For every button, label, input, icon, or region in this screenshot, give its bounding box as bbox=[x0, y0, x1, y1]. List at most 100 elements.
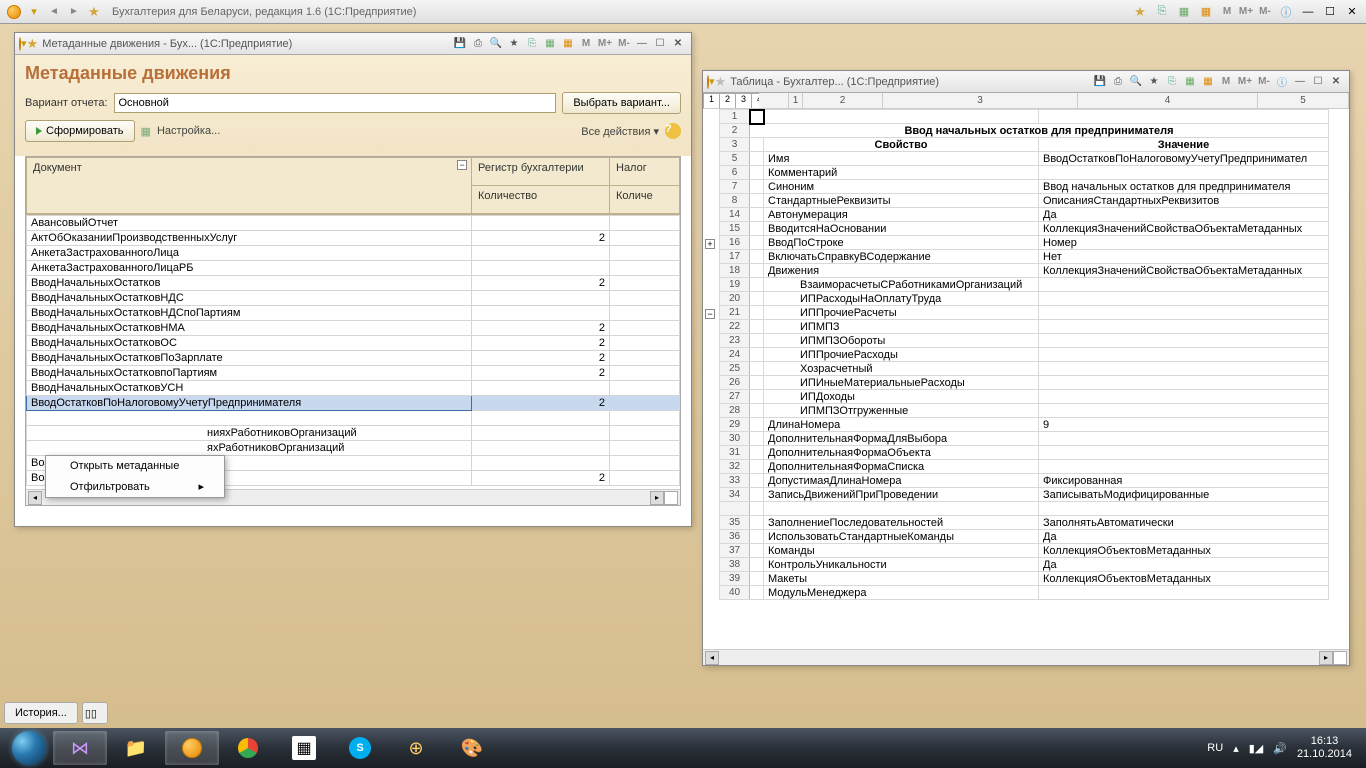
scroll-left-icon[interactable]: ◂ bbox=[28, 491, 42, 505]
favorite-icon[interactable]: ★ bbox=[86, 4, 102, 20]
save-icon[interactable]: 💾 bbox=[452, 37, 468, 51]
table-row[interactable]: нияхРаботниковОрганизаций bbox=[27, 426, 680, 441]
table-row[interactable] bbox=[27, 411, 680, 426]
tb-paint[interactable]: 🎨 bbox=[445, 731, 499, 765]
table-row[interactable]: 16ВводПоСтрокеНомер bbox=[720, 236, 1329, 250]
table-row[interactable]: 18ДвиженияКоллекцияЗначенийСвойстваОбъек… bbox=[720, 264, 1329, 278]
close-icon[interactable]: ✕ bbox=[1344, 4, 1360, 20]
table-row[interactable]: 29ДлинаНомера9 bbox=[720, 418, 1329, 432]
tb-chrome[interactable] bbox=[221, 731, 275, 765]
collapse-icon[interactable]: − bbox=[457, 160, 467, 170]
table-row[interactable]: 8СтандартныеРеквизитыОписанияСтандартных… bbox=[720, 194, 1329, 208]
table-row[interactable]: 38КонтрольУникальностиДа bbox=[720, 558, 1329, 572]
calc-icon[interactable]: ▦ bbox=[1176, 4, 1192, 20]
table-row[interactable]: 30ДополнительнаяФормаДляВыбора bbox=[720, 432, 1329, 446]
tray-up-icon[interactable]: ▴ bbox=[1233, 742, 1239, 755]
scroll-right-icon[interactable]: ▸ bbox=[650, 491, 664, 505]
tb-visualstudio[interactable]: ⋈ bbox=[53, 731, 107, 765]
table-row[interactable]: 39МакетыКоллекцияОбъектовМетаданных bbox=[720, 572, 1329, 586]
outline-plus-icon[interactable]: + bbox=[705, 239, 715, 249]
link-icon[interactable]: ⎘ bbox=[1154, 4, 1170, 20]
outline-minus-icon[interactable]: − bbox=[705, 309, 715, 319]
scroll-left-icon[interactable]: ◂ bbox=[705, 651, 719, 665]
col-4[interactable]: 4 bbox=[1078, 93, 1258, 108]
spreadsheet-grid[interactable]: 12Ввод начальных остатков для предприним… bbox=[719, 109, 1329, 600]
table-row[interactable]: АктОбОказанииПроизводственныхУслуг2 bbox=[27, 231, 680, 246]
col-2[interactable]: 2 bbox=[803, 93, 883, 108]
tb-1c[interactable] bbox=[165, 731, 219, 765]
m-plus-btn[interactable]: M+ bbox=[1236, 74, 1254, 90]
fav2-icon[interactable]: ★ bbox=[1132, 4, 1148, 20]
form-button[interactable]: Сформировать bbox=[25, 120, 135, 142]
ctx-open-metadata[interactable]: Открыть метаданные bbox=[46, 456, 224, 476]
info-icon[interactable]: ⓘ bbox=[1274, 75, 1290, 89]
table-row[interactable]: 17ВключатьСправкуВСодержаниеНет bbox=[720, 250, 1329, 264]
table-row[interactable]: ВводОстатковПоНалоговомуУчетуПредпринима… bbox=[27, 396, 680, 411]
table-row[interactable]: 20ИПРасходыНаОплатуТруда bbox=[720, 292, 1329, 306]
table-row[interactable]: 25Хозрасчетный bbox=[720, 362, 1329, 376]
table-row[interactable]: 40МодульМенеджера bbox=[720, 586, 1329, 600]
table-row[interactable]: 27ИПДоходы bbox=[720, 390, 1329, 404]
table-row[interactable]: ВводНачальныхОстатковОС2 bbox=[27, 336, 680, 351]
table-row[interactable]: 37КомандыКоллекцияОбъектовМетаданных bbox=[720, 544, 1329, 558]
info-icon[interactable]: ⓘ bbox=[1278, 4, 1294, 20]
m-plus-btn[interactable]: M+ bbox=[1237, 4, 1255, 20]
level-2[interactable]: 2 bbox=[719, 93, 736, 108]
close-btn[interactable]: ✕ bbox=[670, 37, 686, 51]
m-minus-btn[interactable]: M- bbox=[1255, 74, 1273, 90]
table-row[interactable]: 23ИПМПЗОбороты bbox=[720, 334, 1329, 348]
table-row[interactable]: ВводНачальныхОстатковПоЗарплате2 bbox=[27, 351, 680, 366]
table-row[interactable]: 3СвойствоЗначение bbox=[720, 138, 1329, 152]
preview-icon[interactable]: 🔍 bbox=[1128, 75, 1144, 89]
m-minus-btn[interactable]: M- bbox=[615, 36, 633, 52]
all-actions-link[interactable]: Все действия ▾ bbox=[581, 125, 659, 138]
min-btn[interactable]: — bbox=[634, 37, 650, 51]
settings-link[interactable]: Настройка... bbox=[157, 125, 220, 137]
history-button[interactable]: История... bbox=[4, 702, 78, 724]
table-row[interactable]: 24ИППрочиеРасходы bbox=[720, 348, 1329, 362]
table-row[interactable]: 19ВзаиморасчетыСРаботникамиОрганизаций bbox=[720, 278, 1329, 292]
calendar-icon[interactable]: ▦ bbox=[560, 37, 576, 51]
table-row[interactable]: 14АвтонумерацияДа bbox=[720, 208, 1329, 222]
max-icon[interactable]: ☐ bbox=[1322, 4, 1338, 20]
col-1[interactable]: 1 bbox=[789, 93, 803, 108]
m-plus-btn[interactable]: M+ bbox=[596, 36, 614, 52]
m-minus-btn[interactable]: M- bbox=[1256, 4, 1274, 20]
save-icon[interactable]: 💾 bbox=[1092, 75, 1108, 89]
fav-icon[interactable]: ★ bbox=[1146, 75, 1162, 89]
col-3[interactable]: 3 bbox=[883, 93, 1078, 108]
tray-lang[interactable]: RU bbox=[1207, 742, 1223, 754]
table-row[interactable]: ВводНачальныхОстатковНДСпоПартиям bbox=[27, 306, 680, 321]
level-3[interactable]: 3 bbox=[735, 93, 752, 108]
table-row[interactable]: 7СинонимВвод начальных остатков для пред… bbox=[720, 180, 1329, 194]
metadata-titlebar[interactable]: ▾ ★ Метаданные движения - Бух... (1С:Пре… bbox=[15, 33, 691, 55]
start-button[interactable] bbox=[6, 729, 52, 767]
min-icon[interactable]: — bbox=[1300, 4, 1316, 20]
table-row[interactable]: АвансовыйОтчет bbox=[27, 216, 680, 231]
link-icon[interactable]: ⎘ bbox=[1164, 75, 1180, 89]
col-5[interactable]: 5 bbox=[1258, 93, 1349, 108]
min-btn[interactable]: — bbox=[1292, 75, 1308, 89]
table-row[interactable]: ВводНачальныхОстатковНДС bbox=[27, 291, 680, 306]
m-btn[interactable]: M bbox=[1218, 4, 1236, 20]
preview-icon[interactable]: 🔍 bbox=[488, 37, 504, 51]
table-row[interactable]: 32ДополнительнаяФормаСписка bbox=[720, 460, 1329, 474]
table-row[interactable]: 34ЗаписьДвиженийПриПроведенииЗаписыватьМ… bbox=[720, 488, 1329, 502]
m-btn[interactable]: M bbox=[577, 36, 595, 52]
table-row[interactable]: ВводНачальныхОстатковНМА2 bbox=[27, 321, 680, 336]
tb-grid[interactable]: ▦ bbox=[277, 731, 331, 765]
table-row[interactable]: АнкетаЗастрахованногоЛицаРБ bbox=[27, 261, 680, 276]
table-row[interactable]: 15ВводитсяНаОснованииКоллекцияЗначенийСв… bbox=[720, 222, 1329, 236]
corner-cell[interactable] bbox=[759, 93, 789, 108]
favorite-icon[interactable]: ★ bbox=[715, 74, 727, 90]
tray-network-icon[interactable]: ▮◢ bbox=[1249, 742, 1264, 755]
print-icon[interactable]: ⎙ bbox=[470, 37, 486, 51]
select-variant-button[interactable]: Выбрать вариант... bbox=[562, 92, 681, 114]
table-row[interactable]: яхРаботниковОрганизаций bbox=[27, 441, 680, 456]
table-row[interactable]: ВводНачальныхОстатковУСН bbox=[27, 381, 680, 396]
table-titlebar[interactable]: ▾ ★ Таблица - Бухгалтер... (1С:Предприят… bbox=[703, 71, 1349, 93]
nav-fwd-icon[interactable]: ► bbox=[66, 4, 82, 20]
scroll-right-icon[interactable]: ▸ bbox=[1319, 651, 1333, 665]
max-btn[interactable]: ☐ bbox=[652, 37, 668, 51]
table-row[interactable] bbox=[720, 502, 1329, 516]
